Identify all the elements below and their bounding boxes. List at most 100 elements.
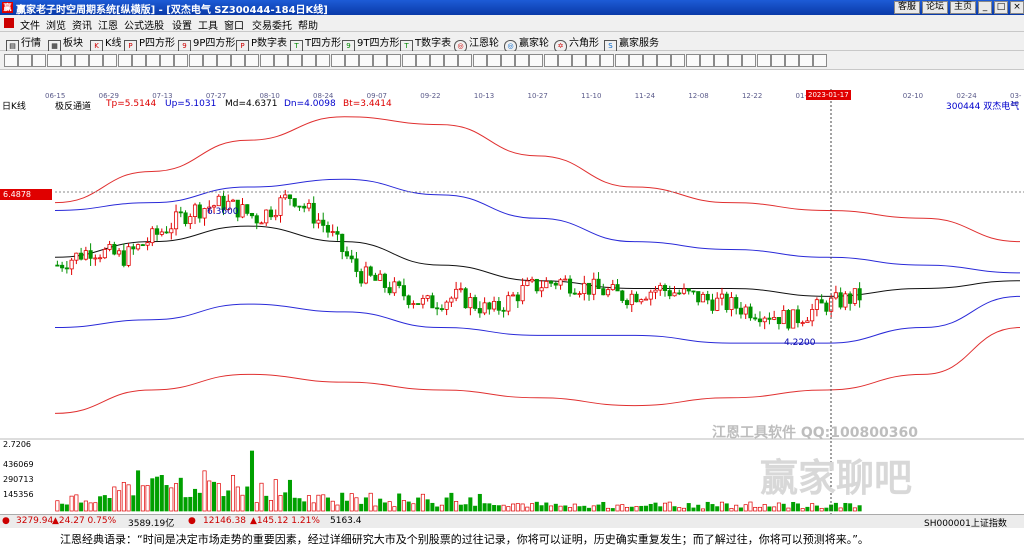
forum-button[interactable]: 论坛: [921, 1, 948, 14]
band-dn-line: [54, 295, 1021, 344]
close-icon[interactable]: ×: [1010, 1, 1024, 14]
drawing-tool-icon[interactable]: [557, 54, 572, 67]
candle-body: [183, 212, 188, 225]
candle-body: [672, 292, 677, 297]
volume-bar: [468, 497, 473, 512]
drawing-tool-icon[interactable]: [202, 54, 217, 67]
minimize-icon[interactable]: _: [978, 1, 992, 14]
drawing-tool-icon[interactable]: [89, 54, 104, 67]
drawing-tool-icon[interactable]: [444, 54, 459, 67]
menu-trade[interactable]: 交易委托: [252, 17, 292, 32]
drawing-tool-icon[interactable]: [572, 54, 586, 67]
drawing-tool-icon[interactable]: [756, 54, 771, 67]
drawing-tool-icon[interactable]: [117, 54, 132, 67]
menu-gann[interactable]: 江恩: [98, 17, 118, 32]
volume-bar: [340, 492, 345, 512]
menu-browse[interactable]: 浏览: [46, 17, 66, 32]
drawing-tool-icon[interactable]: [259, 54, 274, 67]
drawing-tool-icon[interactable]: [415, 54, 430, 67]
drawing-tool-icon[interactable]: [714, 54, 728, 67]
main-toolbar: ▤ 行情 ▦ 板块 K K线 P P四方形 9 9P四方形 P P数字表 T T四方形 9 9T…: [0, 32, 1024, 53]
drawing-tool-icon[interactable]: [131, 54, 146, 67]
volume-bar: [311, 502, 316, 512]
candle-body: [558, 279, 563, 286]
volume-bar: [439, 504, 444, 512]
menu-settings[interactable]: 设置: [172, 17, 192, 32]
x-tick-label: 10-27: [527, 92, 548, 100]
drawing-tool-icon[interactable]: [501, 54, 515, 67]
candle-body: [378, 273, 383, 281]
drawing-tool-icon[interactable]: [785, 54, 799, 67]
stock-code-name: 300444 双杰电气: [946, 102, 1020, 112]
system-menu-icon[interactable]: [4, 18, 14, 28]
drawing-tool-icon[interactable]: [273, 54, 288, 67]
drawing-tool-icon[interactable]: [401, 54, 416, 67]
drawing-tool-icon[interactable]: [103, 54, 118, 67]
candle-body: [715, 297, 720, 311]
candle-body: [79, 252, 84, 260]
service-button[interactable]: 客服: [893, 1, 920, 14]
menu-stock-screen[interactable]: 公式选股: [124, 17, 164, 32]
home-button[interactable]: 主页: [949, 1, 976, 14]
drawing-tool-icon[interactable]: [60, 54, 75, 67]
drawing-tool-icon[interactable]: [188, 54, 203, 67]
title-bar: 赢 赢家老子时空周期系统[纵横版] - [双杰电气 SZ300444-184日K…: [0, 0, 1024, 16]
drawing-tool-icon[interactable]: [32, 54, 47, 67]
drawing-tool-icon[interactable]: [671, 54, 686, 67]
drawing-tool-icon[interactable]: [813, 54, 828, 67]
menu-help[interactable]: 帮助: [298, 17, 318, 32]
drawing-tool-icon[interactable]: [728, 54, 743, 67]
menu-tools[interactable]: 工具: [198, 17, 218, 32]
candle-body: [458, 288, 463, 291]
drawing-tool-icon[interactable]: [245, 54, 260, 67]
drawing-tool-icon[interactable]: [614, 54, 629, 67]
maximize-icon[interactable]: □: [994, 1, 1008, 14]
volume-bar: [231, 475, 236, 512]
drawing-tool-icon[interactable]: [373, 54, 388, 67]
candle-body: [107, 243, 112, 250]
candle-body: [501, 309, 506, 312]
drawing-tool-icon[interactable]: [160, 54, 175, 67]
menu-info[interactable]: 资讯: [72, 17, 92, 32]
candle-body: [444, 301, 449, 310]
drawing-tool-icon[interactable]: [486, 54, 501, 67]
drawing-tool-icon[interactable]: [586, 54, 601, 67]
drawing-tool-icon[interactable]: [4, 54, 18, 67]
drawing-tool-icon[interactable]: [515, 54, 530, 67]
drawing-tool-icon[interactable]: [330, 54, 345, 67]
menu-file[interactable]: 文件: [20, 17, 40, 32]
drawing-tool-icon[interactable]: [344, 54, 359, 67]
drawing-tool-icon[interactable]: [288, 54, 302, 67]
drawing-tool-icon[interactable]: [458, 54, 473, 67]
drawing-tool-icon[interactable]: [742, 54, 757, 67]
drawing-tool-icon[interactable]: [75, 54, 89, 67]
drawing-tool-icon[interactable]: [529, 54, 544, 67]
drawing-tool-icon[interactable]: [799, 54, 814, 67]
drawing-tool-icon[interactable]: [643, 54, 657, 67]
drawing-tool-icon[interactable]: [302, 54, 317, 67]
drawing-tool-icon[interactable]: [46, 54, 61, 67]
candle-body: [572, 292, 577, 295]
drawing-tool-icon[interactable]: [600, 54, 615, 67]
drawing-tool-icon[interactable]: [628, 54, 643, 67]
drawing-tool-icon[interactable]: [231, 54, 246, 67]
drawing-tool-icon[interactable]: [657, 54, 672, 67]
candle-body: [567, 278, 573, 294]
candle-body: [173, 211, 179, 230]
drawing-tool-icon[interactable]: [543, 54, 558, 67]
drawing-tool-icon[interactable]: [699, 54, 714, 67]
drawing-tool-icon[interactable]: [359, 54, 373, 67]
drawing-tool-icon[interactable]: [18, 54, 33, 67]
drawing-tool-icon[interactable]: [146, 54, 160, 67]
drawing-tool-icon[interactable]: [685, 54, 700, 67]
menu-window[interactable]: 窗口: [224, 17, 244, 32]
drawing-tool-icon[interactable]: [387, 54, 402, 67]
drawing-tool-icon[interactable]: [430, 54, 444, 67]
drawing-tool-icon[interactable]: [770, 54, 785, 67]
drawing-tool-icon[interactable]: [217, 54, 231, 67]
drawing-tool-icon[interactable]: [174, 54, 189, 67]
drawing-tool-icon[interactable]: [316, 54, 331, 67]
drawing-tool-icon[interactable]: [472, 54, 487, 67]
volume-bar: [392, 506, 397, 512]
indicator-name: 极反通道: [55, 102, 92, 112]
